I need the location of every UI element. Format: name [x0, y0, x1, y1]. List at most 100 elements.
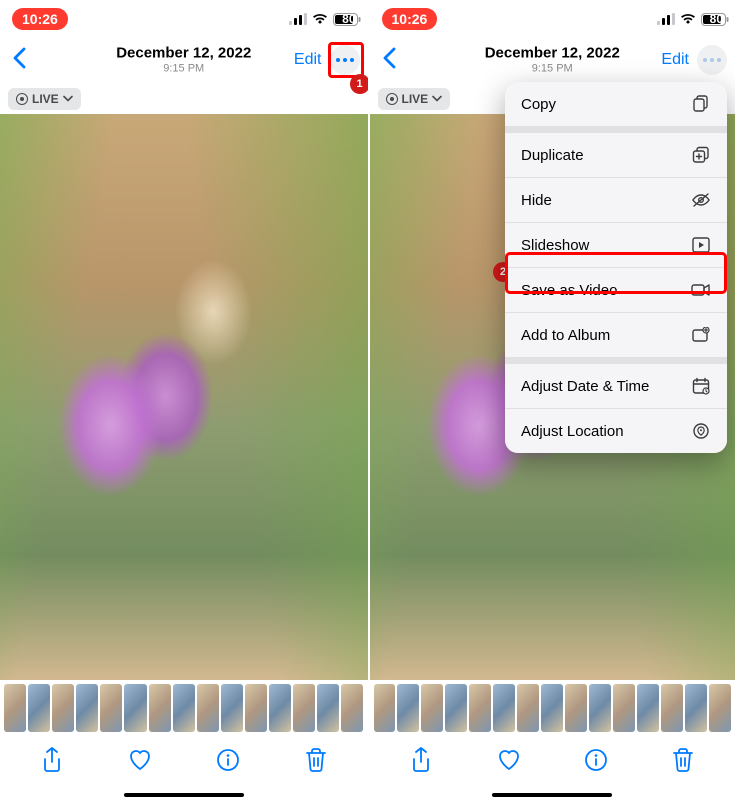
wifi-icon [680, 13, 696, 25]
edit-button[interactable]: Edit [294, 51, 322, 69]
menu-copy[interactable]: Copy [505, 82, 727, 127]
thumbnail[interactable] [613, 684, 635, 732]
menu-label: Hide [521, 192, 552, 209]
thumbnail[interactable] [341, 684, 363, 732]
live-icon [386, 93, 398, 105]
thumbnail[interactable] [661, 684, 683, 732]
menu-save-as-video[interactable]: Save as Video [505, 268, 727, 313]
thumbnail[interactable] [445, 684, 467, 732]
info-icon [584, 748, 608, 772]
add-album-icon [691, 325, 711, 345]
status-bar: 10:26 80 [370, 0, 735, 38]
menu-label: Add to Album [521, 327, 610, 344]
slideshow-icon [691, 235, 711, 255]
home-indicator[interactable] [370, 790, 735, 800]
menu-label: Save as Video [521, 282, 617, 299]
thumbnail[interactable] [221, 684, 243, 732]
nav-subtitle: 9:15 PM [116, 62, 251, 74]
thumbnail[interactable] [541, 684, 563, 732]
menu-add-to-album[interactable]: Add to Album [505, 313, 727, 358]
thumbnail-strip[interactable] [370, 680, 735, 732]
thumbnail[interactable] [637, 684, 659, 732]
favorite-button[interactable] [489, 740, 529, 780]
thumbnail[interactable] [173, 684, 195, 732]
ellipsis-icon [336, 58, 354, 62]
home-indicator[interactable] [0, 790, 368, 800]
share-button[interactable] [32, 740, 72, 780]
thumbnail[interactable] [28, 684, 50, 732]
thumbnail[interactable] [685, 684, 707, 732]
back-button[interactable] [378, 43, 400, 78]
thumbnail[interactable] [4, 684, 26, 732]
photo-main[interactable] [0, 114, 368, 680]
context-menu: Copy Duplicate Hide Slideshow Save as Vi… [505, 82, 727, 453]
info-icon [216, 748, 240, 772]
battery-percent: 80 [710, 12, 723, 26]
thumbnail[interactable] [293, 684, 315, 732]
info-button[interactable] [208, 740, 248, 780]
live-icon [16, 93, 28, 105]
thumbnail[interactable] [469, 684, 491, 732]
live-label: LIVE [402, 92, 429, 106]
thumbnail[interactable] [269, 684, 291, 732]
thumbnail[interactable] [245, 684, 267, 732]
thumbnail[interactable] [493, 684, 515, 732]
thumbnail[interactable] [76, 684, 98, 732]
nav-title-group: December 12, 2022 9:15 PM [116, 46, 251, 75]
hide-icon [691, 190, 711, 210]
nav-subtitle: 9:15 PM [485, 62, 620, 74]
share-icon [410, 747, 432, 773]
cellular-icon [289, 13, 307, 25]
thumbnail[interactable] [100, 684, 122, 732]
live-badge[interactable]: LIVE [8, 88, 81, 110]
bottom-toolbar [370, 732, 735, 790]
live-badge[interactable]: LIVE [378, 88, 451, 110]
bottom-toolbar [0, 732, 368, 790]
menu-label: Duplicate [521, 147, 584, 164]
thumbnail[interactable] [149, 684, 171, 732]
thumbnail[interactable] [565, 684, 587, 732]
menu-adjust-location[interactable]: Adjust Location [505, 409, 727, 453]
cellular-icon [657, 13, 675, 25]
delete-button[interactable] [663, 740, 703, 780]
menu-slideshow[interactable]: Slideshow [505, 223, 727, 268]
ellipsis-icon [703, 58, 721, 62]
wifi-icon [312, 13, 328, 25]
status-indicators: 80 [657, 12, 723, 26]
screenshot-left: 10:26 80 December 12, 2022 9:15 PM Edit … [0, 0, 368, 800]
annotation-badge-1: 1 [350, 74, 370, 94]
share-button[interactable] [401, 740, 441, 780]
thumbnail[interactable] [517, 684, 539, 732]
menu-label: Slideshow [521, 237, 589, 254]
back-button[interactable] [8, 43, 30, 78]
chevron-down-icon [63, 95, 73, 103]
status-time: 10:26 [12, 8, 68, 30]
thumbnail[interactable] [197, 684, 219, 732]
menu-label: Adjust Location [521, 423, 624, 440]
thumbnail-strip[interactable] [0, 680, 368, 732]
copy-icon [691, 94, 711, 114]
duplicate-icon [691, 145, 711, 165]
more-button[interactable] [697, 45, 727, 75]
menu-adjust-date[interactable]: Adjust Date & Time [505, 364, 727, 409]
thumbnail[interactable] [317, 684, 339, 732]
more-button[interactable] [330, 45, 360, 75]
info-button[interactable] [576, 740, 616, 780]
menu-duplicate[interactable]: Duplicate [505, 133, 727, 178]
share-icon [41, 747, 63, 773]
delete-button[interactable] [296, 740, 336, 780]
status-indicators: 80 [289, 12, 355, 26]
favorite-button[interactable] [120, 740, 160, 780]
thumbnail[interactable] [589, 684, 611, 732]
trash-icon [305, 747, 327, 773]
thumbnail[interactable] [421, 684, 443, 732]
chevron-down-icon [432, 95, 442, 103]
edit-button[interactable]: Edit [661, 51, 689, 69]
thumbnail[interactable] [124, 684, 146, 732]
thumbnail[interactable] [709, 684, 731, 732]
thumbnail[interactable] [397, 684, 419, 732]
menu-hide[interactable]: Hide [505, 178, 727, 223]
thumbnail[interactable] [52, 684, 74, 732]
live-label: LIVE [32, 92, 59, 106]
thumbnail[interactable] [374, 684, 396, 732]
